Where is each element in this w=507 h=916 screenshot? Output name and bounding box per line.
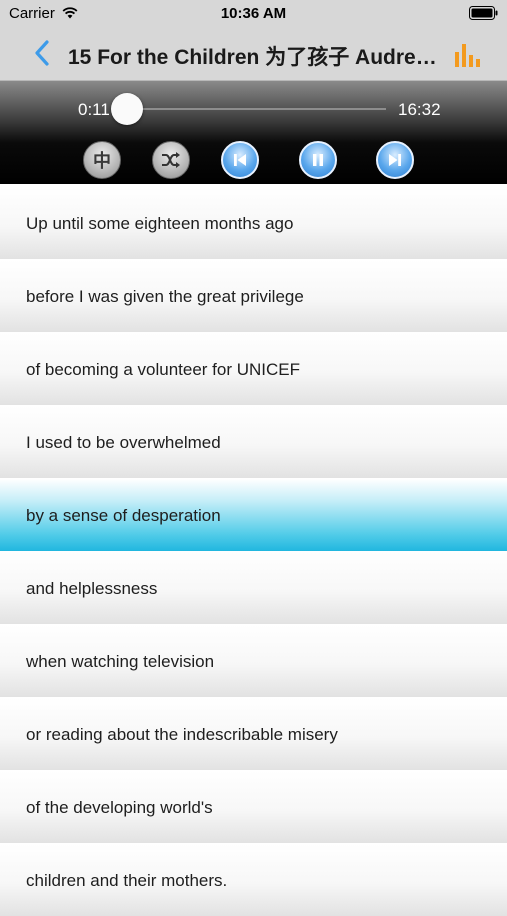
lyric-row[interactable]: of the developing world's — [0, 770, 507, 843]
lyric-row[interactable]: of becoming a volunteer for UNICEF — [0, 332, 507, 405]
skip-next-icon — [389, 154, 401, 166]
lyric-row[interactable]: when watching television — [0, 624, 507, 697]
lyric-text: when watching television — [26, 652, 215, 671]
language-toggle-button[interactable]: 中 — [83, 141, 121, 179]
lyric-row[interactable]: children and their mothers. — [0, 843, 507, 916]
battery-icon — [469, 6, 498, 20]
shuffle-icon — [162, 152, 180, 168]
lyric-row[interactable]: I used to be overwhelmed — [0, 405, 507, 478]
previous-button[interactable] — [221, 141, 259, 179]
shuffle-button[interactable] — [152, 141, 190, 179]
total-time: 16:32 — [398, 100, 441, 119]
lyric-text: Up until some eighteen months ago — [26, 214, 294, 233]
status-time: 10:36 AM — [220, 5, 287, 22]
page-title: 15 For the Children 为了孩子 Audrey... — [68, 46, 440, 67]
progress-slider[interactable] — [110, 93, 386, 125]
chevron-left-icon[interactable] — [34, 40, 50, 66]
lyric-row[interactable]: Up until some eighteen months ago — [0, 186, 507, 259]
lyric-row[interactable]: before I was given the great privilege — [0, 259, 507, 332]
lyric-text: before I was given the great privilege — [26, 287, 304, 306]
lyric-row[interactable]: or reading about the indescribable miser… — [0, 697, 507, 770]
lyric-row[interactable]: and helplessness — [0, 551, 507, 624]
lyric-text: or reading about the indescribable miser… — [26, 725, 338, 744]
lyric-row-active[interactable]: by a sense of desperation — [0, 478, 507, 551]
bar-chart-icon[interactable] — [454, 42, 484, 68]
lyric-text: I used to be overwhelmed — [26, 433, 221, 452]
lyric-text: of the developing world's — [26, 798, 213, 817]
lyric-text: children and their mothers. — [26, 871, 228, 890]
lyrics-list: Up until some eighteen months ago before … — [0, 186, 507, 916]
elapsed-time: 0:11 — [78, 100, 110, 119]
pause-icon — [313, 154, 323, 166]
next-button[interactable] — [376, 141, 414, 179]
audio-player: 0:11 16:32 中 — [0, 81, 507, 184]
status-bar: Carrier 10:36 AM — [0, 0, 507, 28]
navigation-bar: 15 For the Children 为了孩子 Audrey... — [0, 28, 507, 81]
skip-previous-icon — [234, 154, 246, 166]
language-label: 中 — [93, 151, 111, 172]
progress-thumb[interactable] — [110, 93, 143, 125]
lyric-text: of becoming a volunteer for UNICEF — [26, 360, 301, 379]
pause-button[interactable] — [299, 141, 337, 179]
lyric-text: and helplessness — [26, 579, 158, 598]
lyric-text: by a sense of desperation — [26, 506, 221, 525]
